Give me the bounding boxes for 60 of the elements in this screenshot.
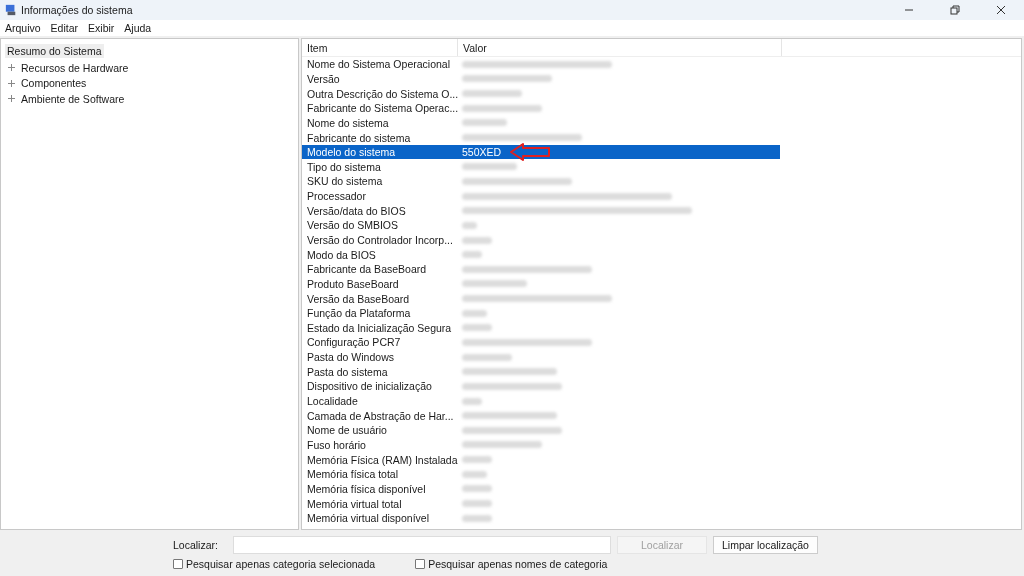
table-cell-text: Configuração PCR7 [306, 336, 402, 349]
table-cell-text: Fabricante do Sistema Operac... [306, 102, 457, 115]
app-icon [5, 4, 17, 16]
table-cell-text: Memória física disponível [306, 482, 427, 495]
table-cell-text: Memória física total [306, 468, 400, 481]
table-cell-text: Nome do sistema [306, 116, 390, 129]
table-cell-text: Modelo do sistema [306, 146, 397, 159]
table-cell-text: Dispositivo de inicialização [306, 380, 433, 393]
checkbox-label[interactable]: Pesquisar apenas categoria selecionada [186, 558, 376, 570]
window-title: Informações do sistema [21, 4, 133, 16]
expand-icon[interactable] [7, 94, 16, 104]
checkbox-label[interactable]: Pesquisar apenas nomes de categoria [428, 558, 608, 570]
clear-search-button[interactable]: Limpar localização [713, 536, 818, 554]
search-field[interactable] [233, 536, 611, 554]
tree-item[interactable]: Componentes [19, 76, 89, 91]
expand-icon[interactable] [7, 78, 16, 88]
column-header[interactable]: Valor [458, 39, 782, 56]
table-cell-text: Camada de Abstração de Har... [306, 409, 455, 422]
table-cell-text: SKU do sistema [306, 175, 384, 188]
table-cell-text: Versão do Controlador Incorp... [306, 234, 454, 246]
table-cell-text: Processador [306, 190, 367, 203]
checkbox[interactable] [415, 559, 426, 569]
table-cell-text: Localidade [306, 395, 359, 408]
checkbox[interactable] [173, 559, 183, 569]
table-cell-text: Nome de usuário [306, 424, 388, 437]
close-icon[interactable] [996, 5, 1006, 15]
arrow-drawing [509, 143, 552, 162]
tree-item[interactable]: Recursos de Hardware [19, 60, 131, 75]
table-cell-text: Versão/data do BIOS [306, 204, 407, 217]
selected-row[interactable]: Modelo do sistema 550XED [302, 144, 780, 160]
table-cell-text: Modo da BIOS [306, 248, 377, 261]
restore-icon[interactable] [950, 5, 960, 15]
table-cell-text: Fabricante da BaseBoard [306, 263, 428, 276]
table-cell-text: Versão [306, 72, 341, 85]
table-cell-text: Produto BaseBoard [306, 277, 400, 290]
table-cell-text: Pasta do Windows [306, 351, 395, 364]
column-header[interactable]: Item [302, 39, 458, 56]
find-label: Localizar: [173, 539, 219, 551]
table-cell-text: Memória Física (RAM) Instalada [306, 453, 457, 466]
menu-item[interactable]: Exibir [88, 22, 115, 34]
table-cell-text: Fabricante do sistema [306, 131, 412, 144]
table-cell-text: Outra Descrição do Sistema O... [306, 87, 457, 100]
table-cell: 550XED [462, 146, 502, 159]
table-cell-text: Nome do Sistema Operacional [306, 58, 451, 71]
tree-item[interactable]: Resumo do Sistema [5, 44, 104, 58]
table-cell-text: Versão da BaseBoard [306, 292, 411, 305]
table-cell-text: Tipo do sistema [306, 160, 382, 173]
expand-icon[interactable] [7, 63, 16, 73]
table-cell-text: Fuso horário [306, 438, 367, 451]
tree-item[interactable]: Ambiente de Software [19, 91, 127, 106]
table-cell-text: Memória virtual total [306, 497, 403, 510]
table-cell-text: Função da Plataforma [306, 307, 412, 320]
menu-item[interactable]: Arquivo [5, 22, 41, 34]
table-cell-text: Versão do SMBIOS [306, 219, 400, 232]
table-cell-text: Estado da Inicialização Segura [306, 321, 453, 334]
table-cell-text: Pasta do sistema [306, 365, 389, 378]
menu-item[interactable]: Ajuda [124, 22, 152, 34]
table-cell-text: Memória virtual disponível [306, 512, 430, 525]
menu-item[interactable]: Editar [50, 22, 79, 34]
minimize-icon[interactable] [904, 9, 914, 11]
